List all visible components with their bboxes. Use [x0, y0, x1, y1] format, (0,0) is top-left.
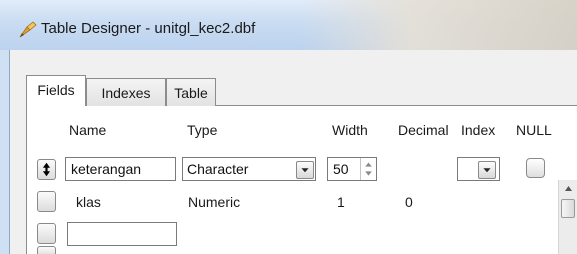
- field-width-cell[interactable]: 1: [337, 194, 345, 210]
- tab-table[interactable]: Table: [166, 78, 216, 106]
- row-move-button[interactable]: [37, 159, 56, 180]
- field-width-value: 50: [333, 161, 349, 177]
- field-name-cell[interactable]: klas: [76, 194, 101, 210]
- title-bar-glass: [300, 0, 577, 50]
- column-header-decimal: Decimal: [398, 122, 449, 138]
- field-type-dropdown-button[interactable]: [296, 161, 314, 179]
- title-bar[interactable]: Table Designer - unitgl_kec2.dbf: [0, 0, 577, 50]
- vertical-scrollbar[interactable]: [558, 180, 577, 254]
- table-designer-window: Table Designer - unitgl_kec2.dbf Indexes…: [0, 0, 577, 254]
- chevron-down-icon: [301, 168, 309, 173]
- tab-indexes[interactable]: Indexes: [86, 78, 166, 106]
- row-move-button[interactable]: [37, 223, 56, 244]
- field-name-input[interactable]: keterangan: [65, 157, 176, 181]
- move-updown-icon: [42, 162, 51, 177]
- row-move-button[interactable]: [37, 246, 56, 254]
- scroll-up-button[interactable]: [559, 180, 577, 198]
- tab-fields[interactable]: Fields: [26, 75, 86, 106]
- row-move-button[interactable]: [37, 191, 56, 212]
- index-dropdown-button[interactable]: [478, 161, 496, 179]
- field-type-cell[interactable]: Numeric: [188, 194, 240, 210]
- screenshot: Table Designer - unitgl_kec2.dbf Indexes…: [0, 0, 577, 254]
- column-header-index: Index: [461, 122, 496, 138]
- column-header-null: NULL: [516, 122, 552, 138]
- field-decimal-cell[interactable]: 0: [405, 194, 413, 210]
- null-checkbox[interactable]: [526, 158, 545, 178]
- scrollbar-thumb[interactable]: [561, 199, 575, 218]
- column-header-name: Name: [69, 122, 107, 138]
- column-header-width: Width: [332, 122, 368, 138]
- chevron-down-icon: [483, 168, 491, 173]
- table-designer-icon: [19, 21, 37, 38]
- column-header-type: Type: [187, 122, 218, 138]
- arrow-up-icon: [565, 186, 572, 191]
- new-field-name-input[interactable]: [67, 222, 177, 246]
- spinner-arrows-icon: [365, 162, 372, 176]
- field-type-value: Character: [187, 161, 249, 177]
- width-spinner[interactable]: [360, 158, 376, 180]
- window-title: Table Designer - unitgl_kec2.dbf: [41, 20, 256, 37]
